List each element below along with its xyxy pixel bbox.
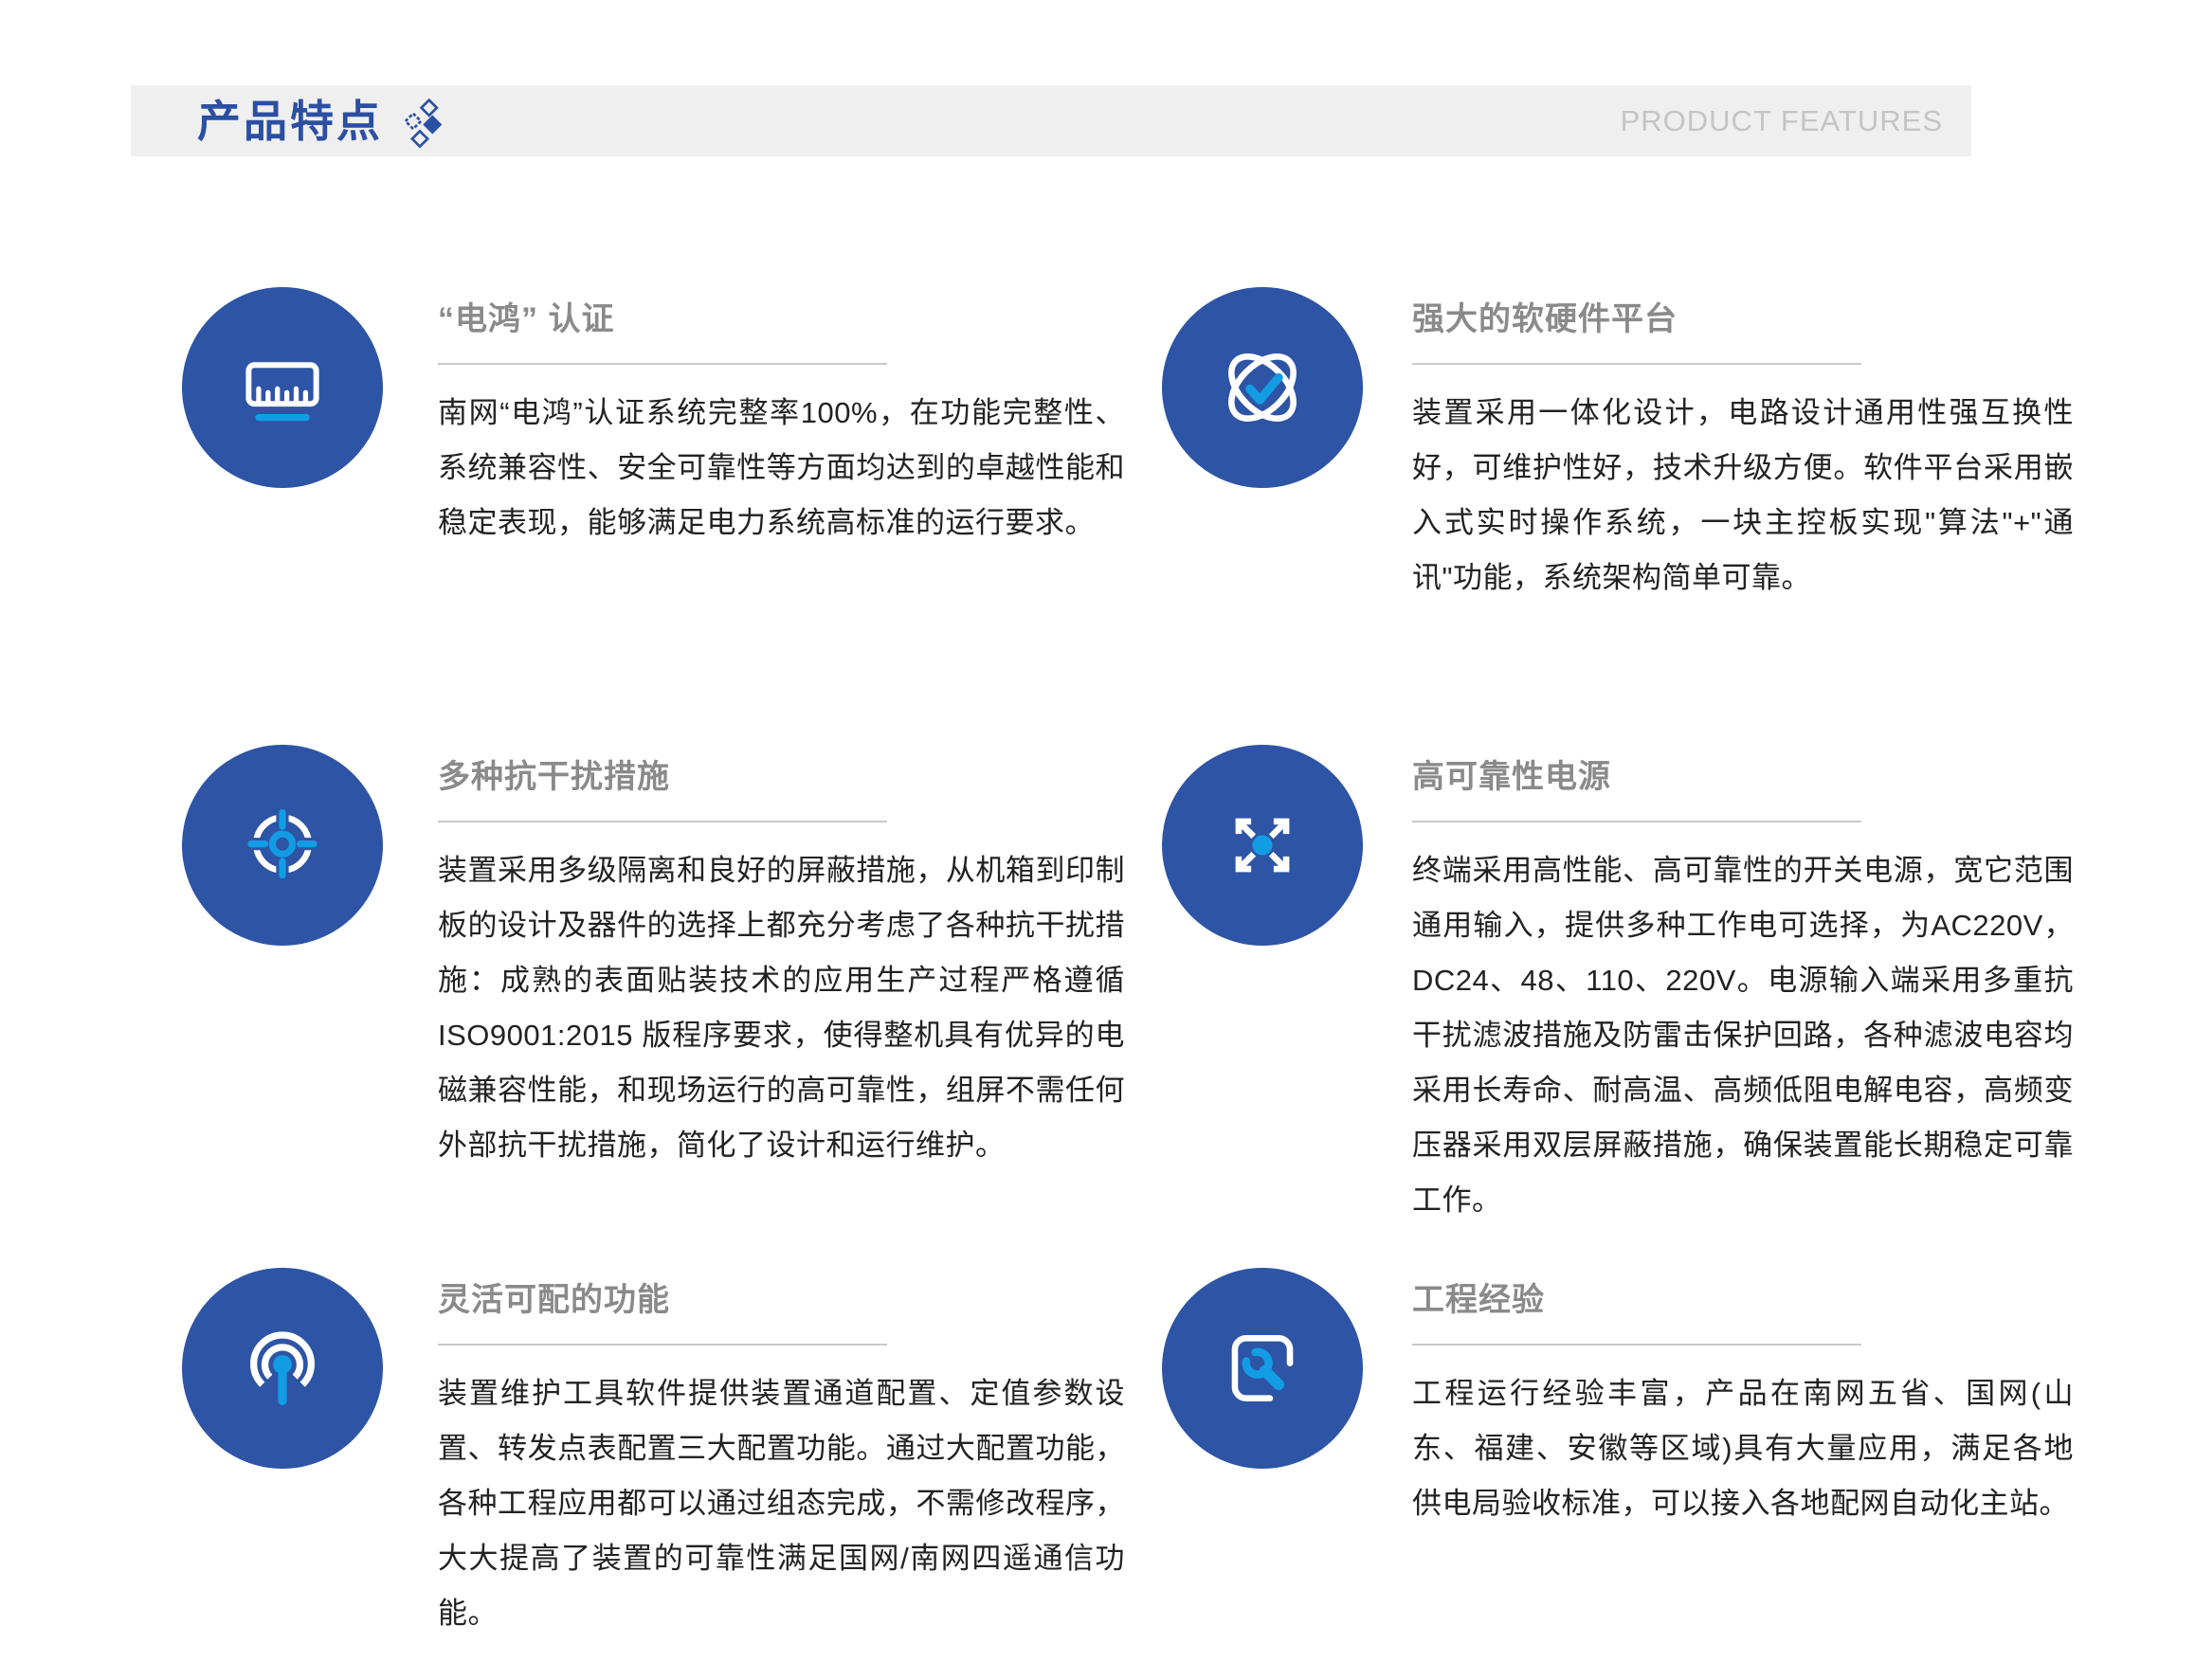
feature-icon-circle xyxy=(182,1268,383,1469)
feature-anti-interference: 多种抗干扰措施 装置采用多级隔离和良好的屏蔽措施，从机箱到印制板的设计及器件的选… xyxy=(182,745,1125,1173)
feature-body: 终端采用高性能、高可靠性的开关电源，宽它范围通用输入，提供多种工作电可选择，为A… xyxy=(1412,843,2074,1228)
orbit-check-icon xyxy=(1200,325,1325,450)
feature-body: 装置维护工具软件提供装置通道配置、定值参数设置、转发点表配置三大配置功能。通过大… xyxy=(438,1366,1125,1641)
feature-content: 工程经验 工程运行经验丰富，产品在南网五省、国网(山东、福建、安徽等区域)具有大… xyxy=(1412,1268,2074,1531)
title-divider xyxy=(438,1344,887,1346)
ruler-icon xyxy=(220,325,345,450)
page-title: 产品特点 xyxy=(197,99,383,143)
diamond-logo-icon xyxy=(402,99,445,150)
feature-title: 高可靠性电源 xyxy=(1412,756,2074,798)
feature-icon-circle xyxy=(182,745,383,946)
feature-content: 高可靠性电源 终端采用高性能、高可靠性的开关电源，宽它范围通用输入，提供多种工作… xyxy=(1412,745,2074,1228)
feature-icon-circle xyxy=(1162,745,1363,946)
brochure-page: 产品特点 PRODUCT FEATURES “电鸿” 认证 南网“电鸿”认证系统… xyxy=(0,0,2195,1680)
feature-content: 多种抗干扰措施 装置采用多级隔离和良好的屏蔽措施，从机箱到印制板的设计及器件的选… xyxy=(438,745,1125,1173)
header-band: 产品特点 PRODUCT FEATURES xyxy=(131,85,1971,156)
broadcast-icon xyxy=(220,1306,345,1431)
wrench-board-icon xyxy=(1200,1306,1325,1431)
expand-arrows-icon xyxy=(1200,783,1325,908)
title-divider xyxy=(1412,1344,1861,1346)
feature-title: 灵活可配的功能 xyxy=(438,1279,1125,1321)
feature-configurable-functions: 灵活可配的功能 装置维护工具软件提供装置通道配置、定值参数设置、转发点表配置三大… xyxy=(182,1268,1125,1641)
target-icon xyxy=(220,783,345,908)
feature-body: 装置采用多级隔离和良好的屏蔽措施，从机箱到印制板的设计及器件的选择上都充分考虑了… xyxy=(438,843,1125,1173)
feature-content: 灵活可配的功能 装置维护工具软件提供装置通道配置、定值参数设置、转发点表配置三大… xyxy=(438,1268,1125,1641)
title-divider xyxy=(438,363,887,365)
feature-icon-circle xyxy=(1162,287,1363,488)
feature-body: 工程运行经验丰富，产品在南网五省、国网(山东、福建、安徽等区域)具有大量应用，满… xyxy=(1412,1366,2074,1531)
title-divider xyxy=(438,821,887,822)
feature-engineering-experience: 工程经验 工程运行经验丰富，产品在南网五省、国网(山东、福建、安徽等区域)具有大… xyxy=(1162,1268,2074,1531)
feature-title: 强大的软硬件平台 xyxy=(1412,298,2074,340)
feature-body: 装置采用一体化设计，电路设计通用性强互换性好，可维护性好，技术升级方便。软件平台… xyxy=(1412,386,2074,605)
feature-power-supply: 高可靠性电源 终端采用高性能、高可靠性的开关电源，宽它范围通用输入，提供多种工作… xyxy=(1162,745,2074,1228)
feature-title: 多种抗干扰措施 xyxy=(438,756,1125,798)
feature-body: 南网“电鸿”认证系统完整率100%，在功能完整性、系统兼容性、安全可靠性等方面均… xyxy=(438,386,1125,551)
page-subtitle-en: PRODUCT FEATURES xyxy=(1621,104,1943,138)
feature-icon-circle xyxy=(182,287,383,488)
title-divider xyxy=(1412,363,1861,365)
feature-certification: “电鸿” 认证 南网“电鸿”认证系统完整率100%，在功能完整性、系统兼容性、安… xyxy=(182,287,1125,551)
feature-icon-circle xyxy=(1162,1268,1363,1469)
feature-platform: 强大的软硬件平台 装置采用一体化设计，电路设计通用性强互换性好，可维护性好，技术… xyxy=(1162,287,2074,605)
feature-content: “电鸿” 认证 南网“电鸿”认证系统完整率100%，在功能完整性、系统兼容性、安… xyxy=(438,287,1125,551)
title-divider xyxy=(1412,821,1861,822)
feature-content: 强大的软硬件平台 装置采用一体化设计，电路设计通用性强互换性好，可维护性好，技术… xyxy=(1412,287,2074,605)
feature-title: “电鸿” 认证 xyxy=(438,298,1125,340)
feature-title: 工程经验 xyxy=(1412,1279,2074,1321)
